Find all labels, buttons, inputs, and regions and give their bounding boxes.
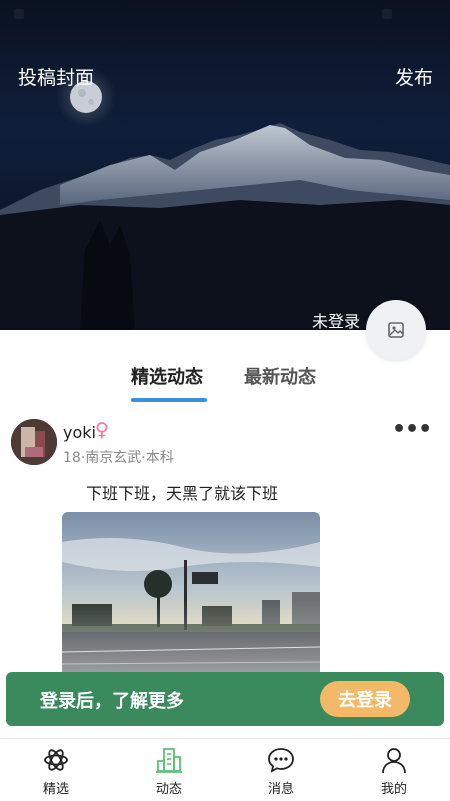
battery-icon (382, 9, 392, 19)
building-icon (156, 748, 182, 773)
featured-icon (44, 749, 68, 771)
active-tab-indicator (131, 398, 207, 402)
post-meta: 18·南京玄武·本科 (63, 450, 174, 466)
message-icon (268, 748, 294, 773)
nav-profile-label: 我的 (380, 782, 407, 797)
nav-feed[interactable]: 动态 (129, 739, 209, 801)
feed-tabs: 精选动态 最新动态 (0, 363, 450, 403)
nav-profile[interactable]: 我的 (354, 739, 434, 801)
status-icon (14, 9, 24, 19)
post-username[interactable]: yoki (63, 423, 96, 442)
nav-messages-label: 消息 (267, 782, 294, 797)
image-upload-button[interactable] (366, 300, 426, 360)
avatar[interactable] (11, 419, 57, 465)
login-status-label[interactable]: 未登录 (312, 308, 360, 330)
bottom-navigation: 精选 动态 消息 我的 (0, 738, 450, 801)
tab-latest[interactable]: 最新动态 (244, 363, 316, 389)
submit-cover-button[interactable]: 投稿封面 (18, 63, 94, 90)
female-icon: ♀ (95, 419, 109, 441)
nav-feed-label: 动态 (155, 782, 182, 797)
mountain-night-image (0, 67, 450, 330)
post-content: 下班下班，天黑了就该下班 (86, 484, 279, 503)
login-prompt-banner: 登录后，了解更多 去登录 (6, 672, 444, 726)
tab-featured[interactable]: 精选动态 (131, 363, 203, 389)
cover-banner: 投稿封面 发布 未登录 (0, 0, 450, 330)
nav-featured-label: 精选 (42, 782, 69, 797)
profile-icon (382, 748, 406, 774)
go-login-button[interactable]: 去登录 (320, 681, 410, 717)
nav-featured[interactable]: 精选 (16, 739, 96, 801)
login-prompt-text: 登录后，了解更多 (40, 691, 184, 712)
more-options-icon[interactable]: ••• (392, 417, 432, 442)
nav-messages[interactable]: 消息 (241, 739, 321, 801)
image-icon (388, 322, 404, 338)
publish-button[interactable]: 发布 (395, 63, 433, 90)
